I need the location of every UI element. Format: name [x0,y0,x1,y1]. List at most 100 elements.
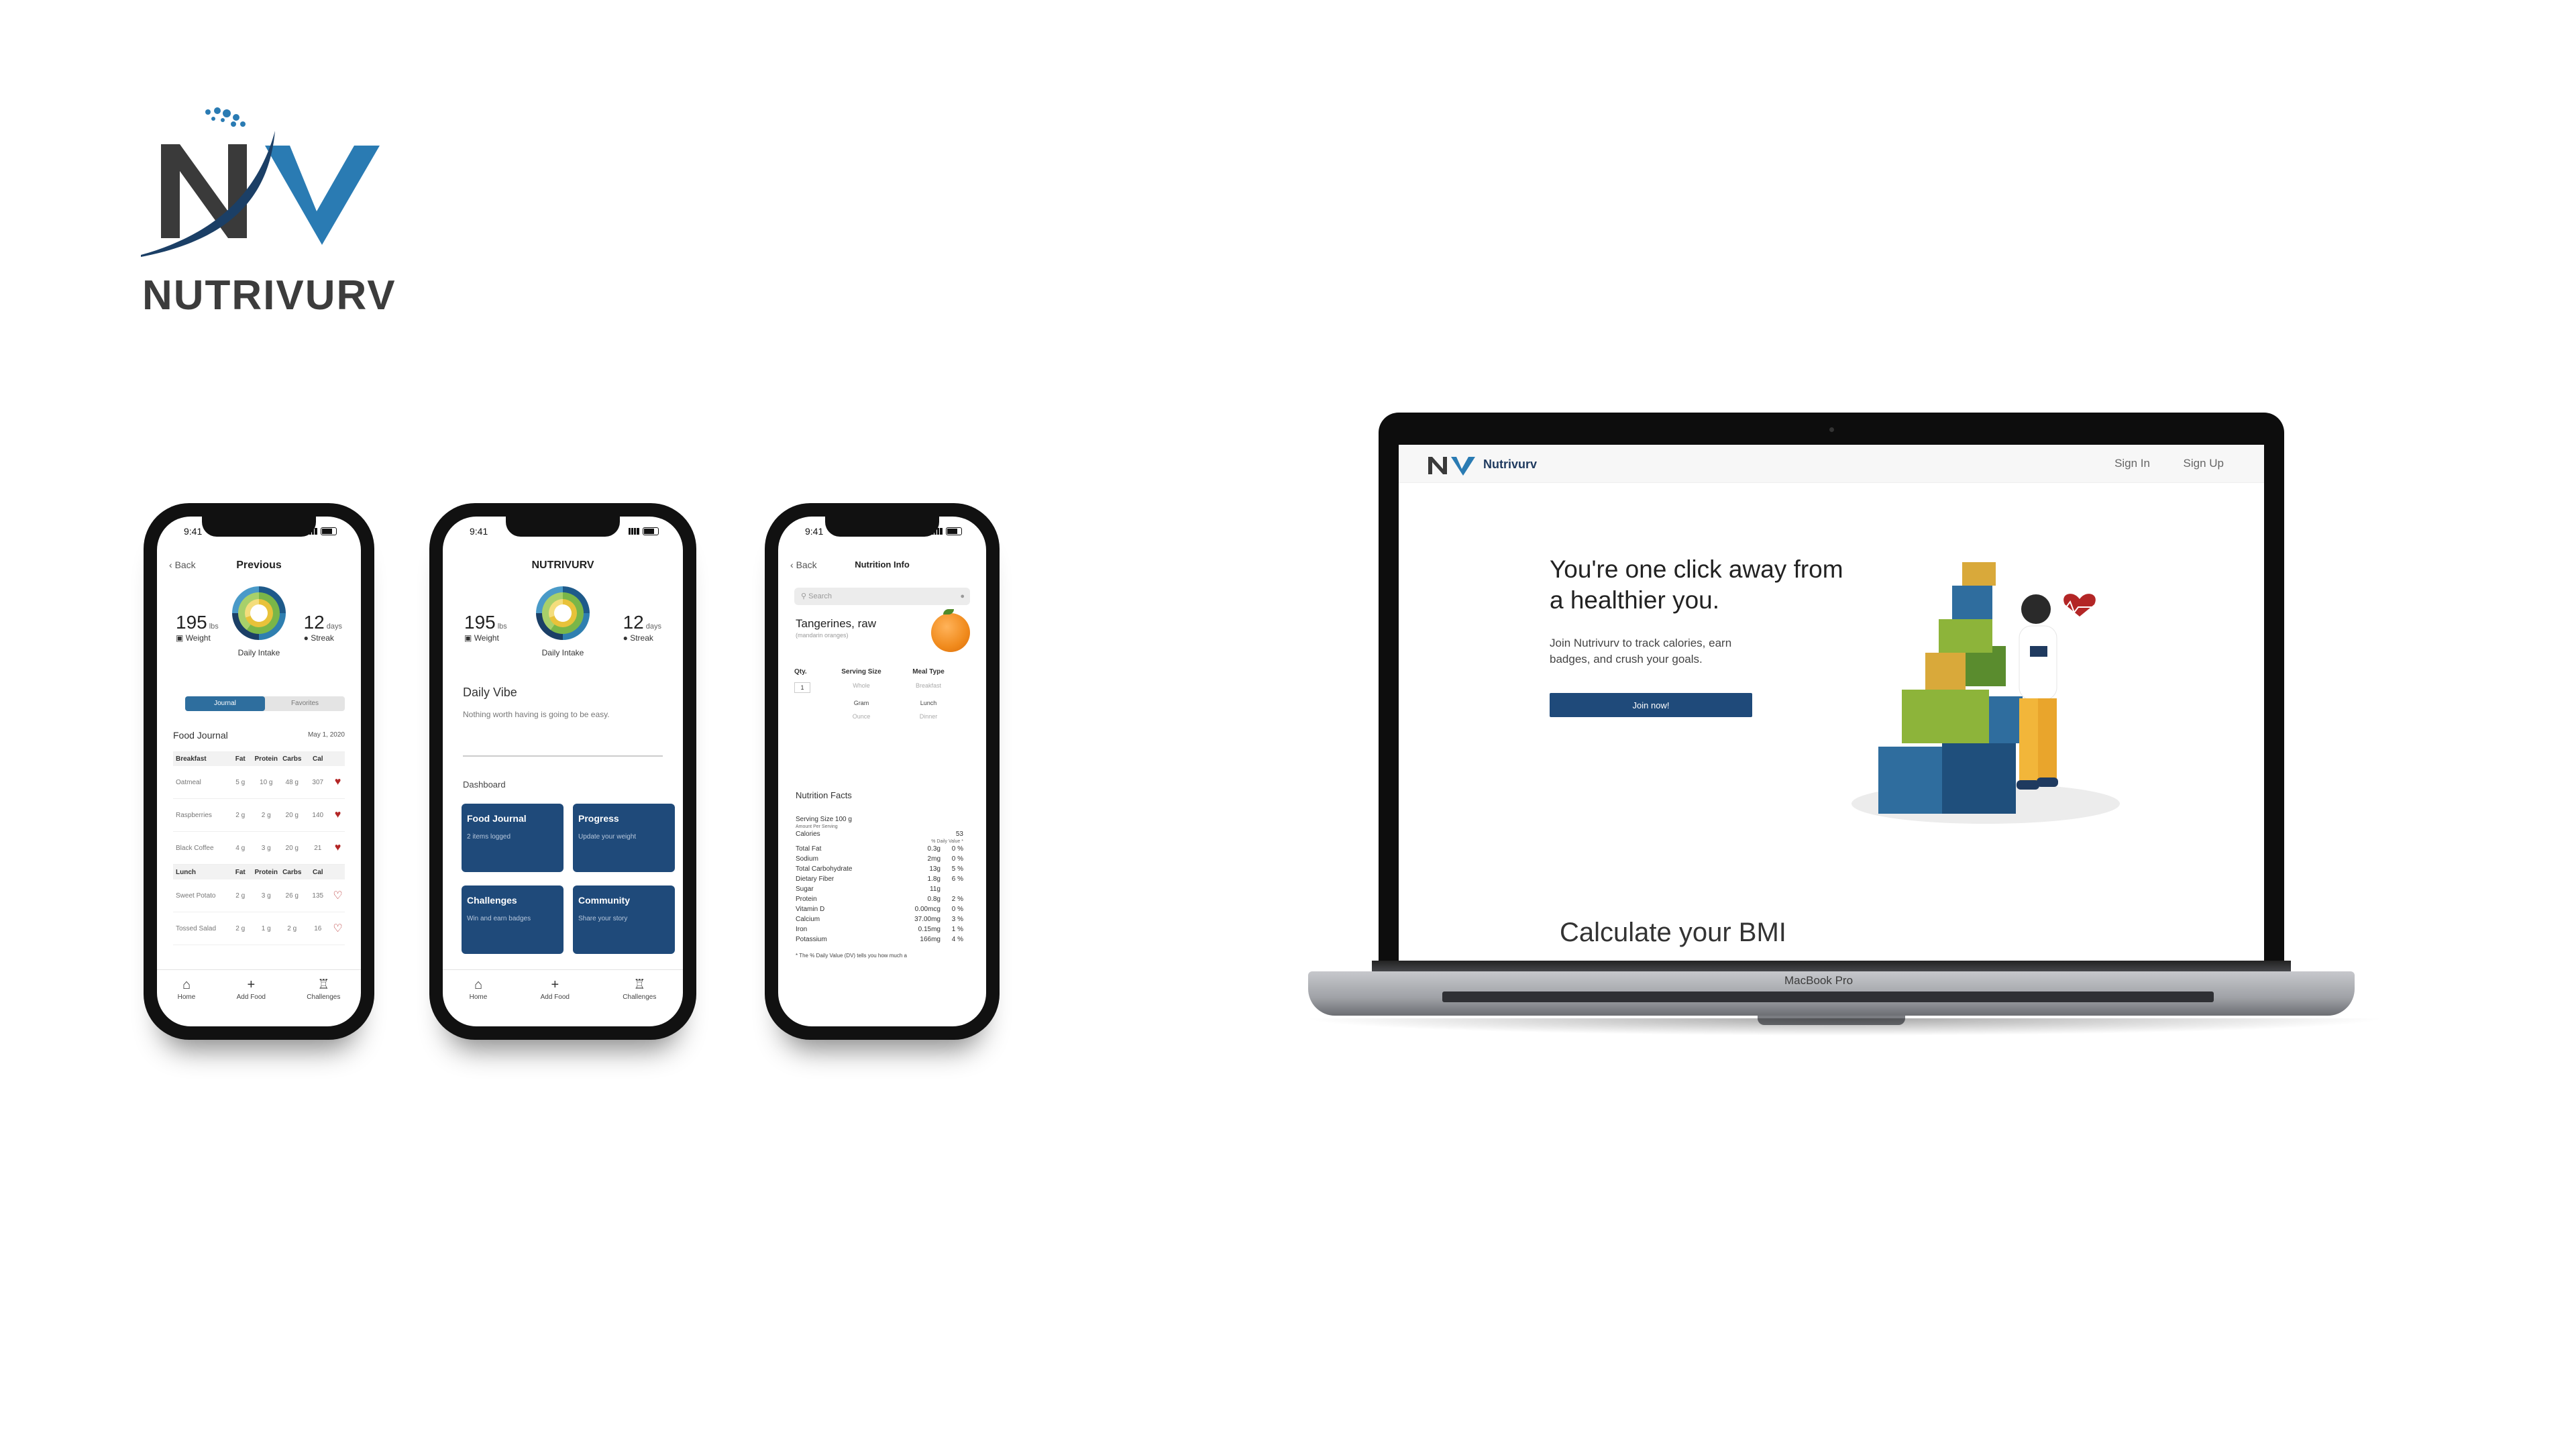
heart-outline-icon[interactable]: ♡ [331,889,345,902]
tab-challenges[interactable]: ♖ Challenges [307,978,340,1001]
serving-option[interactable]: Gram [828,700,895,706]
table-row[interactable]: Black Coffee 4 g3 g 20 g 21 ♥ [173,832,345,865]
nutrition-facts: Serving Size 100 g Amount Per Serving Ca… [796,816,963,959]
segment-journal[interactable]: Journal [185,696,265,711]
tab-bar: ⌂ Home + Add Food ♖ Challenges [443,969,683,1026]
laptop-shadow [1301,1018,2388,1036]
home-icon: ⌂ [182,977,191,992]
screen-title: Nutrition Info [855,559,910,570]
heart-filled-icon[interactable]: ♥ [331,776,345,788]
card-progress[interactable]: Progress Update your weight [573,804,675,872]
tab-home[interactable]: ⌂ Home [470,978,488,1001]
laptop-screen: Nutrivurv Sign In Sign Up You're one cli… [1399,445,2264,961]
website-navbar: Nutrivurv Sign In Sign Up [1399,445,2264,483]
nutrient-row: Vitamin D 0.00mcg 0 % [796,906,963,913]
quantity-field[interactable]: 1 [794,682,810,693]
meal-option[interactable]: Lunch [895,700,962,706]
hero-text: Join Nutrivurv to track calories, earn b… [1550,637,1732,665]
trophy-icon: ♖ [633,977,646,992]
keyboard-edge [1442,991,2214,1002]
nutrient-row: Total Carbohydrate 13g 5 % [796,865,963,873]
daily-intake-label: Daily Intake [237,648,280,657]
boxes-illustration [1851,562,2120,824]
signal-icon [629,528,639,535]
dv-footnote: * The % Daily Value (DV) tells you how m… [796,953,907,959]
sign-up-link[interactable]: Sign Up [2184,457,2224,470]
card-community[interactable]: Community Share your story [573,885,675,954]
food-journal-heading: Food Journal [173,730,228,741]
nutrient-row: Calcium 37.00mg 3 % [796,916,963,923]
battery-icon [321,527,337,535]
serving-options: Qty. Serving Size Meal Type 1 Whole Breakfas… [794,668,970,720]
phone-journal: 9:41 ‹ Back Previous 195 lbs ▣ Weight Dai… [144,503,374,1040]
nutrient-row: Total Fat 0.3g 0 % [796,845,963,853]
tab-bar: ⌂ Home + Add Food ♖ Challenges [157,969,361,1026]
battery-icon [946,527,962,535]
home-icon: ⌂ [474,977,483,992]
microphone-icon[interactable]: ● [960,588,965,605]
nutrient-row: Dietary Fiber 1.8g 6 % [796,875,963,883]
heart-outline-icon[interactable]: ♡ [331,922,345,935]
search-input[interactable]: ⚲ Search ● [794,588,970,605]
journal-date: May 1, 2020 [307,731,345,739]
dashboard-label: Dashboard [463,780,506,790]
screen-title: Previous [236,559,282,571]
sign-in-link[interactable]: Sign In [2114,457,2150,470]
food-name: Tangerines, raw [796,617,877,630]
status-time: 9:41 [184,526,203,537]
heart-filled-icon[interactable]: ♥ [331,809,345,821]
segment-favorites[interactable]: Favorites [265,696,345,711]
daily-intake-label: Daily Intake [541,648,584,657]
table-row[interactable]: Oatmeal 5 g 10 g 48 g 307 ♥ [173,766,345,799]
food-subtitle: (mandarin oranges) [796,632,849,639]
divider [463,755,663,757]
tab-add-food[interactable]: + Add Food [237,978,266,1001]
weight-value: 195 [464,612,496,633]
flame-icon: ● [623,633,628,643]
meal-option[interactable]: Dinner [895,713,962,720]
brand-logo [141,104,409,258]
nutrient-row: Protein 0.8g 2 % [796,896,963,903]
streak-value: 12 [623,612,644,633]
card-food-journal[interactable]: Food Journal 2 items logged [462,804,564,872]
table-row[interactable]: Tossed Salad 2 g1 g2 g 16 ♡ [173,912,345,945]
heart-filled-icon[interactable]: ♥ [331,842,345,854]
card-challenges[interactable]: Challenges Win and earn badges [462,885,564,954]
phone-journal-screen: 9:41 ‹ Back Previous 195 lbs ▣ Weight Dai… [157,517,361,1026]
journal-segment-control[interactable]: Journal Favorites [185,696,345,711]
tab-challenges[interactable]: ♖ Challenges [623,978,656,1001]
daily-intake-ring [232,586,286,640]
camera-icon [1829,427,1834,432]
nutrient-row: Sodium 2mg 0 % [796,855,963,863]
daily-vibe-text: Nothing worth having is going to be easy… [463,710,610,719]
phone-nutrition: 9:41 ‹ Back Nutrition Info ⚲ Search ● Tan… [765,503,1000,1040]
chart-icon: ▣ [464,633,472,643]
food-table: Breakfast Fat Protein Carbs Cal Oatmeal 5 g1… [173,751,345,945]
brand-name: NUTRIVURV [142,272,396,319]
phone-home-screen: 9:41 NUTRIVURV 195 lbs ▣ Weight Daily Int… [443,517,683,1026]
trophy-icon: ♖ [317,977,330,992]
serving-option[interactable]: Ounce [828,713,895,720]
search-icon: ⚲ [801,592,807,600]
streak-value: 12 [303,612,325,633]
chart-icon: ▣ [176,633,184,643]
bmi-heading: Calculate your BMI [1560,918,1786,947]
table-header: Lunch Fat Protein Carbs Cal [173,865,345,879]
tab-home[interactable]: ⌂ Home [178,978,196,1001]
nv-logo-icon [1428,457,1475,476]
status-time: 9:41 [470,526,488,537]
plus-icon: + [247,977,256,992]
tab-add-food[interactable]: + Add Food [541,978,570,1001]
nutrient-row: Potassium 166mg 4 % [796,936,963,943]
table-row[interactable]: Raspberries 2 g2 g 20 g 140 ♥ [173,799,345,832]
meal-option[interactable]: Breakfast [895,682,962,693]
phone-nutrition-screen: 9:41 ‹ Back Nutrition Info ⚲ Search ● Tan… [778,517,986,1026]
table-row[interactable]: Sweet Potato 2 g3 g 26 g 135 ♡ [173,879,345,912]
serving-option[interactable]: Whole [828,682,895,693]
nutrient-row: Iron 0.15mg 1 % [796,926,963,933]
phone-home: 9:41 NUTRIVURV 195 lbs ▣ Weight Daily Int… [429,503,696,1040]
status-time: 9:41 [805,526,824,537]
join-now-button[interactable]: Join now! [1550,693,1752,717]
website-logo[interactable]: Nutrivurv [1427,453,1537,476]
weight-value: 195 [176,612,207,633]
